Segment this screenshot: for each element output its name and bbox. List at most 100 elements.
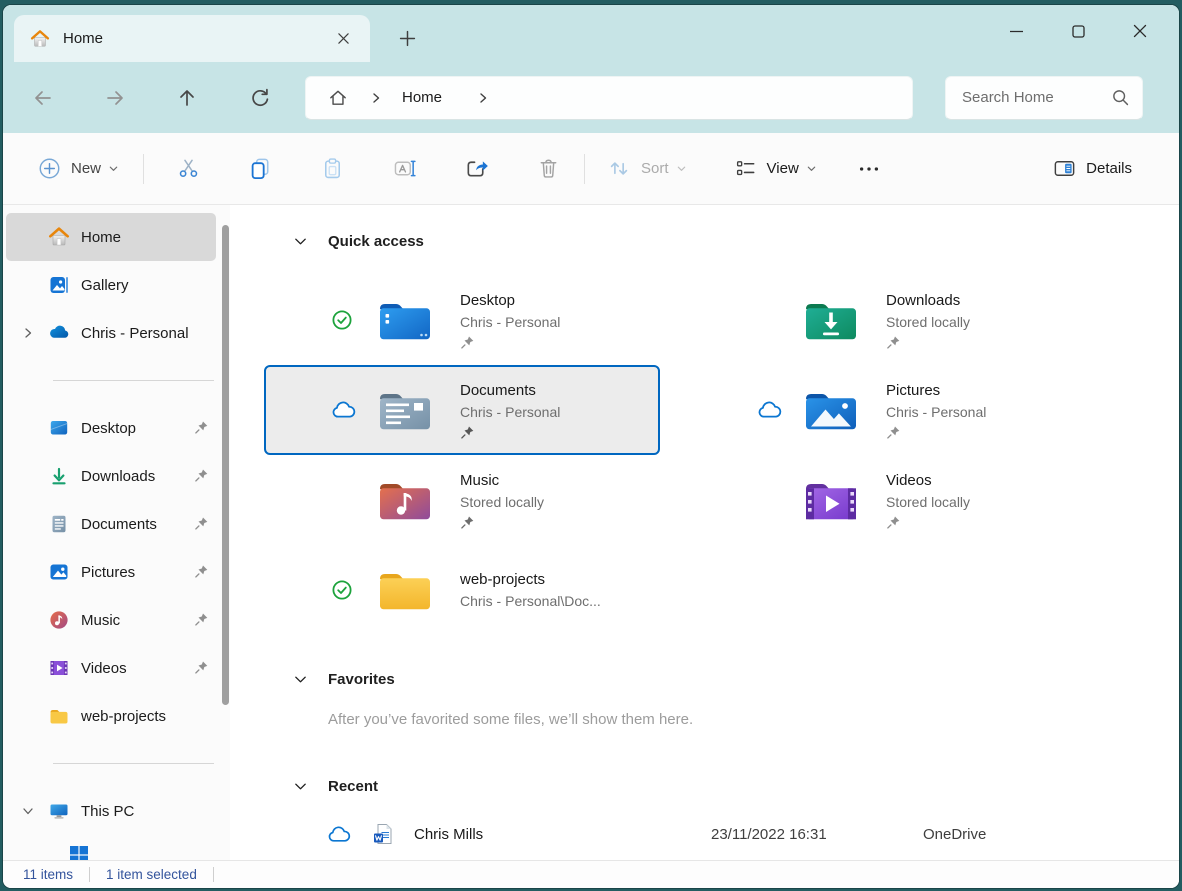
folder-icon (48, 705, 70, 727)
titlebar: Home (3, 5, 1179, 62)
chevron-right-icon[interactable] (15, 325, 41, 341)
downloads-folder-icon (802, 297, 860, 343)
chevron-down-icon[interactable] (288, 779, 312, 794)
tile-downloads[interactable]: Downloads Stored locally (690, 275, 1086, 365)
item-subtitle: Chris - Personal\Doc... (460, 592, 601, 611)
pin-icon (460, 515, 544, 530)
status-divider (213, 867, 214, 882)
paste-button[interactable] (310, 147, 354, 191)
chevron-down-icon (806, 163, 817, 174)
items-count: 11 items (23, 867, 73, 882)
breadcrumb-chevron-icon[interactable] (477, 92, 489, 104)
tile-web-projects[interactable]: web-projects Chris - Personal\Doc... (264, 545, 660, 635)
cut-button[interactable] (166, 147, 210, 191)
search-box[interactable] (945, 76, 1143, 120)
favorites-empty-message: After you’ve favorited some files, we’ll… (328, 711, 1179, 728)
clipboard-icon (320, 156, 345, 181)
pin-icon (194, 420, 209, 435)
share-button[interactable] (454, 147, 498, 191)
sidebar-item-web-projects[interactable]: web-projects (6, 692, 216, 740)
share-icon (464, 156, 489, 181)
pin-icon (886, 425, 986, 440)
sidebar-divider (53, 763, 214, 764)
tab-close-button[interactable] (330, 26, 356, 52)
arrow-right-icon (104, 87, 126, 109)
back-button[interactable] (20, 78, 66, 118)
sidebar-item-music[interactable]: Music (6, 596, 216, 644)
new-tab-button[interactable] (390, 21, 424, 55)
scissors-icon (176, 156, 201, 181)
close-window-button[interactable] (1109, 11, 1171, 51)
toolbar-divider (143, 154, 144, 184)
close-icon (337, 32, 350, 45)
section-recent-header[interactable]: Recent (230, 768, 1179, 804)
item-subtitle: Stored locally (460, 493, 544, 512)
sidebar-item-home[interactable]: Home (6, 213, 216, 261)
chevron-down-icon[interactable] (15, 803, 41, 819)
breadcrumb-home[interactable]: Home (402, 89, 442, 106)
chevron-down-icon[interactable] (288, 234, 312, 249)
sort-arrows-icon (607, 156, 632, 181)
sidebar-item-this-pc[interactable]: This PC (6, 787, 216, 835)
sidebar-scrollbar[interactable] (222, 225, 229, 705)
breadcrumb-chevron-icon[interactable] (370, 92, 382, 104)
maximize-button[interactable] (1047, 11, 1109, 51)
recent-file-name: Chris Mills (414, 826, 711, 843)
address-bar[interactable]: Home (305, 76, 913, 120)
item-name: Videos (886, 471, 970, 491)
delete-button[interactable] (526, 147, 570, 191)
sidebar-item-label: Desktop (81, 420, 136, 437)
ellipsis-icon (857, 157, 881, 181)
sidebar-item-onedrive[interactable]: Chris - Personal (6, 309, 216, 357)
status-divider (89, 867, 90, 882)
recent-file-row[interactable]: Chris Mills 23/11/2022 16:31 OneDrive (230, 812, 1179, 856)
this-pc-icon (48, 800, 70, 822)
sidebar-item-desktop[interactable]: Desktop (6, 404, 216, 452)
forward-button[interactable] (92, 78, 138, 118)
section-quick-access-header[interactable]: Quick access (230, 223, 1179, 259)
cloud-status-icon (326, 825, 352, 844)
view-button-label: View (767, 160, 799, 177)
pictures-folder-icon (802, 387, 860, 433)
search-icon[interactable] (1111, 88, 1130, 107)
videos-icon (48, 657, 70, 679)
sort-button[interactable]: Sort (597, 148, 697, 189)
pin-icon (194, 612, 209, 627)
copy-button[interactable] (238, 147, 282, 191)
sidebar-item-documents[interactable]: Documents (6, 500, 216, 548)
tile-desktop[interactable]: Desktop Chris - Personal (264, 275, 660, 365)
details-button[interactable]: Details (1042, 148, 1149, 189)
sidebar-item-downloads[interactable]: Downloads (6, 452, 216, 500)
chevron-down-icon (108, 163, 119, 174)
view-button[interactable]: View (723, 148, 827, 189)
music-folder-icon (376, 477, 434, 523)
chevron-down-icon[interactable] (288, 672, 312, 687)
tab-home[interactable]: Home (14, 15, 370, 62)
sidebar-item-gallery[interactable]: Gallery (6, 261, 216, 309)
windows-drive-icon[interactable] (69, 845, 89, 860)
item-name: web-projects (460, 570, 601, 590)
refresh-button[interactable] (236, 78, 282, 118)
minimize-button[interactable] (985, 11, 1047, 51)
tile-pictures[interactable]: Pictures Chris - Personal (690, 365, 1086, 455)
onedrive-cloud-icon (48, 322, 70, 344)
section-favorites-header[interactable]: Favorites (230, 661, 1179, 697)
pin-icon (460, 335, 560, 350)
tile-music[interactable]: Music Stored locally (264, 455, 660, 545)
home-outline-icon[interactable] (328, 88, 348, 108)
tile-videos[interactable]: Videos Stored locally (690, 455, 1086, 545)
search-input[interactable] (962, 89, 1111, 106)
home-icon (48, 226, 70, 248)
sidebar-item-pictures[interactable]: Pictures (6, 548, 216, 596)
up-button[interactable] (164, 78, 210, 118)
tile-documents-selected[interactable]: Documents Chris - Personal (264, 365, 660, 455)
more-options-button[interactable] (847, 147, 891, 191)
new-button[interactable]: New (27, 150, 129, 187)
sidebar-item-videos[interactable]: Videos (6, 644, 216, 692)
rename-button[interactable] (382, 147, 426, 191)
downloads-icon (48, 465, 70, 487)
status-bar: 11 items 1 item selected (3, 860, 1179, 888)
command-toolbar: New (3, 133, 1179, 205)
pin-icon (886, 515, 970, 530)
sync-ok-icon (330, 308, 358, 332)
